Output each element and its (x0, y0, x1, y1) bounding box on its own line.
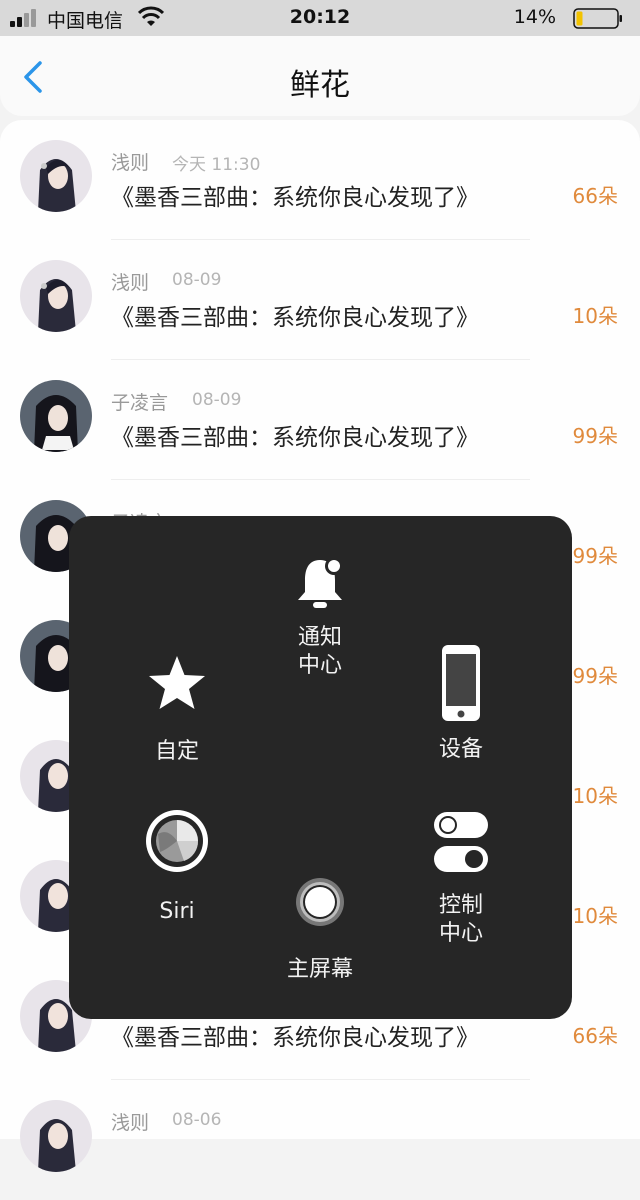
device-button[interactable]: 设备 (401, 644, 521, 764)
flower-count: 10朵 (572, 304, 618, 328)
timestamp: 今天 11:30 (172, 155, 261, 175)
home-label: 主屏幕 (286, 957, 353, 982)
book-title: 《墨香三部曲：系统你良心发现了》 (111, 1025, 479, 1051)
control-center-label: 控制 中心 (438, 893, 483, 946)
status-bar: 中国电信 20:12 14% (0, 0, 640, 36)
home-button-icon (296, 878, 344, 926)
page-title: 鲜花 (290, 68, 350, 103)
avatar (20, 1100, 92, 1172)
siri-button[interactable]: Siri (117, 808, 237, 926)
battery-icon (573, 8, 622, 29)
battery-percent: 14% (513, 6, 556, 28)
flower-count: 10朵 (572, 784, 618, 808)
user-name: 子凌言 (111, 392, 169, 414)
control-center-button[interactable]: 控制 中心 (401, 810, 521, 948)
flower-count: 99朵 (572, 424, 618, 448)
user-name: 浅则 (111, 152, 150, 174)
flower-count: 99朵 (572, 544, 618, 568)
timestamp: 08-09 (172, 270, 222, 290)
book-title: 《墨香三部曲：系统你良心发现了》 (111, 305, 479, 331)
avatar (20, 260, 92, 332)
flower-count: 99朵 (572, 664, 618, 688)
device-label: 设备 (438, 737, 483, 762)
siri-label: Siri (159, 899, 195, 924)
notification-center-label: 通知 中心 (297, 625, 342, 678)
avatar (20, 380, 92, 452)
nav-header: 鲜花 (0, 36, 640, 116)
custom-label: 自定 (154, 739, 199, 764)
timestamp: 08-09 (192, 390, 242, 410)
list-item[interactable]: 浅则 08-09 《墨香三部曲：系统你良心发现了》 10朵 (0, 240, 640, 360)
book-title: 《墨香三部曲：系统你良心发现了》 (111, 425, 479, 451)
book-title: 《墨香三部曲：系统你良心发现了》 (111, 185, 479, 211)
list-item[interactable]: 浅则 今天 11:30 《墨香三部曲：系统你良心发现了》 66朵 (0, 120, 640, 240)
assistive-touch-menu: 通知 中心 自定 设备 Siri 主屏幕 控制 中心 (69, 516, 572, 1019)
avatar (20, 140, 92, 212)
phone-icon (442, 645, 480, 721)
bell-icon (298, 557, 343, 608)
user-name: 浅则 (111, 1112, 150, 1134)
flower-count: 66朵 (572, 184, 618, 208)
timestamp: 08-06 (172, 1110, 222, 1130)
home-button[interactable]: 主屏幕 (260, 876, 380, 984)
flower-count: 10朵 (572, 904, 618, 928)
list-item[interactable]: 子凌言 08-09 《墨香三部曲：系统你良心发现了》 99朵 (0, 360, 640, 480)
siri-icon (146, 810, 208, 872)
list-item[interactable]: 浅则 08-06 (0, 1080, 640, 1200)
user-name: 浅则 (111, 272, 150, 294)
toggle-switches-icon (434, 812, 488, 872)
flower-count: 66朵 (572, 1024, 618, 1048)
notification-center-button[interactable]: 通知 中心 (260, 554, 380, 680)
star-icon (149, 656, 205, 709)
custom-button[interactable]: 自定 (117, 654, 237, 766)
